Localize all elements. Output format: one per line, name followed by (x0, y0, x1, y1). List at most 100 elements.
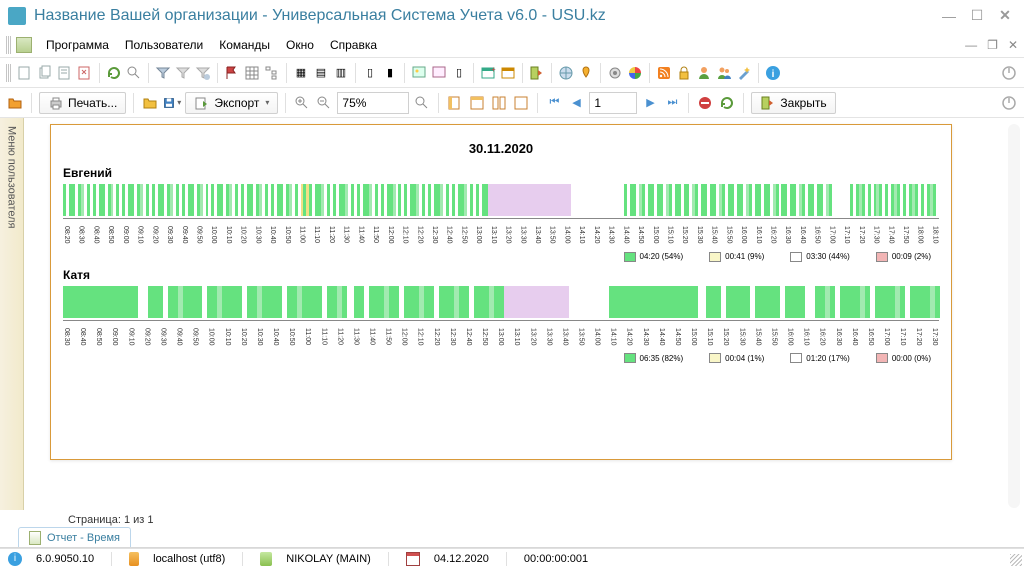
delete-icon[interactable] (76, 64, 94, 82)
report-page: 30.11.2020 Евгений 08:2008:3008:4008:500… (50, 124, 952, 460)
scrollbar[interactable] (1008, 124, 1020, 508)
tab-label: Отчет - Время (47, 532, 120, 544)
users-icon[interactable] (715, 64, 733, 82)
layout2-icon[interactable] (468, 94, 486, 112)
menu-help[interactable]: Справка (322, 34, 385, 56)
filter-set-icon[interactable] (194, 64, 212, 82)
gear-icon[interactable] (606, 64, 624, 82)
rss-icon[interactable] (655, 64, 673, 82)
filter-icon[interactable] (154, 64, 172, 82)
menu-window[interactable]: Окно (278, 34, 322, 56)
copy-icon[interactable] (36, 64, 54, 82)
grid-border3-icon[interactable]: ▥ (332, 64, 350, 82)
grid-border-icon[interactable]: ▦ (292, 64, 310, 82)
pin-icon[interactable] (577, 64, 595, 82)
timeline-bar-2 (63, 286, 939, 318)
columns3-icon[interactable]: ▯ (450, 64, 468, 82)
globe-icon[interactable] (557, 64, 575, 82)
layout4-icon[interactable] (512, 94, 530, 112)
next-page-icon[interactable]: ▶ (641, 94, 659, 112)
minimize-button[interactable]: — (942, 9, 956, 23)
edit-icon[interactable] (56, 64, 74, 82)
user-label-1: Евгений (63, 166, 939, 180)
info-icon[interactable]: i (764, 64, 782, 82)
menu-commands[interactable]: Команды (211, 34, 278, 56)
exit-icon[interactable] (528, 64, 546, 82)
layout1-icon[interactable] (446, 94, 464, 112)
time-axis-2: 08:3008:4008:5009:0009:1009:2009:3009:40… (63, 328, 939, 346)
menu-users[interactable]: Пользователи (117, 34, 211, 56)
report-toolbar: Печать... ▾ Экспорт ▾ ⏮ ◀ ▶ ⏭ Закрыть (0, 88, 1024, 118)
search-icon[interactable] (125, 64, 143, 82)
columns-icon[interactable]: ▯ (361, 64, 379, 82)
mdi-close-icon[interactable]: ✕ (1008, 38, 1018, 52)
table-icon[interactable] (243, 64, 261, 82)
tabs-bar: Отчет - Время (0, 526, 1024, 548)
prev-page-icon[interactable]: ◀ (567, 94, 585, 112)
close-label: Закрыть (780, 96, 826, 110)
mdi-restore-icon[interactable]: ❐ (987, 38, 998, 52)
grip-icon (6, 64, 12, 82)
image-icon[interactable] (410, 64, 428, 82)
legend-1: 04:20 (54%)00:41 (9%)03:30 (44%)00:09 (2… (63, 252, 931, 262)
save-icon[interactable]: ▾ (163, 94, 181, 112)
user-label-2: Катя (63, 268, 939, 282)
folder-orange-icon[interactable] (6, 94, 24, 112)
svg-text:i: i (772, 69, 775, 80)
window-new-icon[interactable]: + (479, 64, 497, 82)
side-panel[interactable]: Меню пользователя (0, 118, 24, 510)
database-icon (129, 552, 139, 566)
open-icon[interactable] (141, 94, 159, 112)
flag-icon[interactable] (223, 64, 241, 82)
status-db: localhost (utf8) (153, 553, 225, 565)
menubar: Программа Пользователи Команды Окно Спра… (0, 32, 1024, 58)
report-icon (29, 531, 41, 545)
time-axis-1: 08:2008:3008:4008:5009:0009:1009:2009:30… (63, 226, 939, 244)
last-page-icon[interactable]: ⏭ (663, 94, 681, 112)
lock-icon[interactable] (675, 64, 693, 82)
grid-border2-icon[interactable]: ▤ (312, 64, 330, 82)
export-label: Экспорт (214, 96, 259, 110)
print-button[interactable]: Печать... (39, 92, 126, 114)
resize-grip-icon[interactable] (1010, 554, 1022, 566)
menu-program[interactable]: Программа (38, 34, 117, 56)
first-page-icon[interactable]: ⏮ (545, 94, 563, 112)
window-list-icon[interactable] (499, 64, 517, 82)
window-title: Название Вашей организации - Универсальн… (34, 7, 942, 25)
mdi-controls: — ❐ ✕ (965, 38, 1018, 52)
layout3-icon[interactable] (490, 94, 508, 112)
zoom-in-icon[interactable] (293, 94, 311, 112)
power2-icon[interactable] (1000, 94, 1018, 112)
main-toolbar: ▦ ▤ ▥ ▯ ▮ ▯ + i (0, 58, 1024, 88)
tab-report-time[interactable]: Отчет - Время (18, 527, 131, 547)
app-icon (8, 7, 26, 25)
image2-icon[interactable] (430, 64, 448, 82)
info-status-icon: i (8, 552, 22, 566)
close-button[interactable]: ✕ (998, 9, 1012, 23)
status-date: 04.12.2020 (434, 553, 489, 565)
user-icon[interactable] (695, 64, 713, 82)
mdi-minimize-icon[interactable]: — (965, 38, 977, 52)
close-report-button[interactable]: Закрыть (751, 92, 835, 114)
new-icon[interactable] (16, 64, 34, 82)
reload-icon[interactable] (718, 94, 736, 112)
tree-icon[interactable] (263, 64, 281, 82)
zoom-fit-icon[interactable] (413, 94, 431, 112)
content-area: Меню пользователя 30.11.2020 Евгений 08:… (0, 118, 1024, 510)
maximize-button[interactable]: ☐ (970, 9, 984, 23)
power-icon[interactable] (1000, 64, 1018, 82)
filter-clear-icon[interactable] (174, 64, 192, 82)
refresh-icon[interactable] (105, 64, 123, 82)
menu-icon (16, 37, 32, 53)
zoom-select[interactable] (337, 92, 409, 114)
timeline-bar-1 (63, 184, 939, 216)
print-label: Печать... (68, 96, 117, 110)
zoom-out-icon[interactable] (315, 94, 333, 112)
stop-icon[interactable] (696, 94, 714, 112)
columns2-icon[interactable]: ▮ (381, 64, 399, 82)
page-input[interactable] (589, 92, 637, 114)
calendar-icon (406, 552, 420, 566)
export-button[interactable]: Экспорт ▾ (185, 92, 278, 114)
color-wheel-icon[interactable] (626, 64, 644, 82)
wand-icon[interactable] (735, 64, 753, 82)
